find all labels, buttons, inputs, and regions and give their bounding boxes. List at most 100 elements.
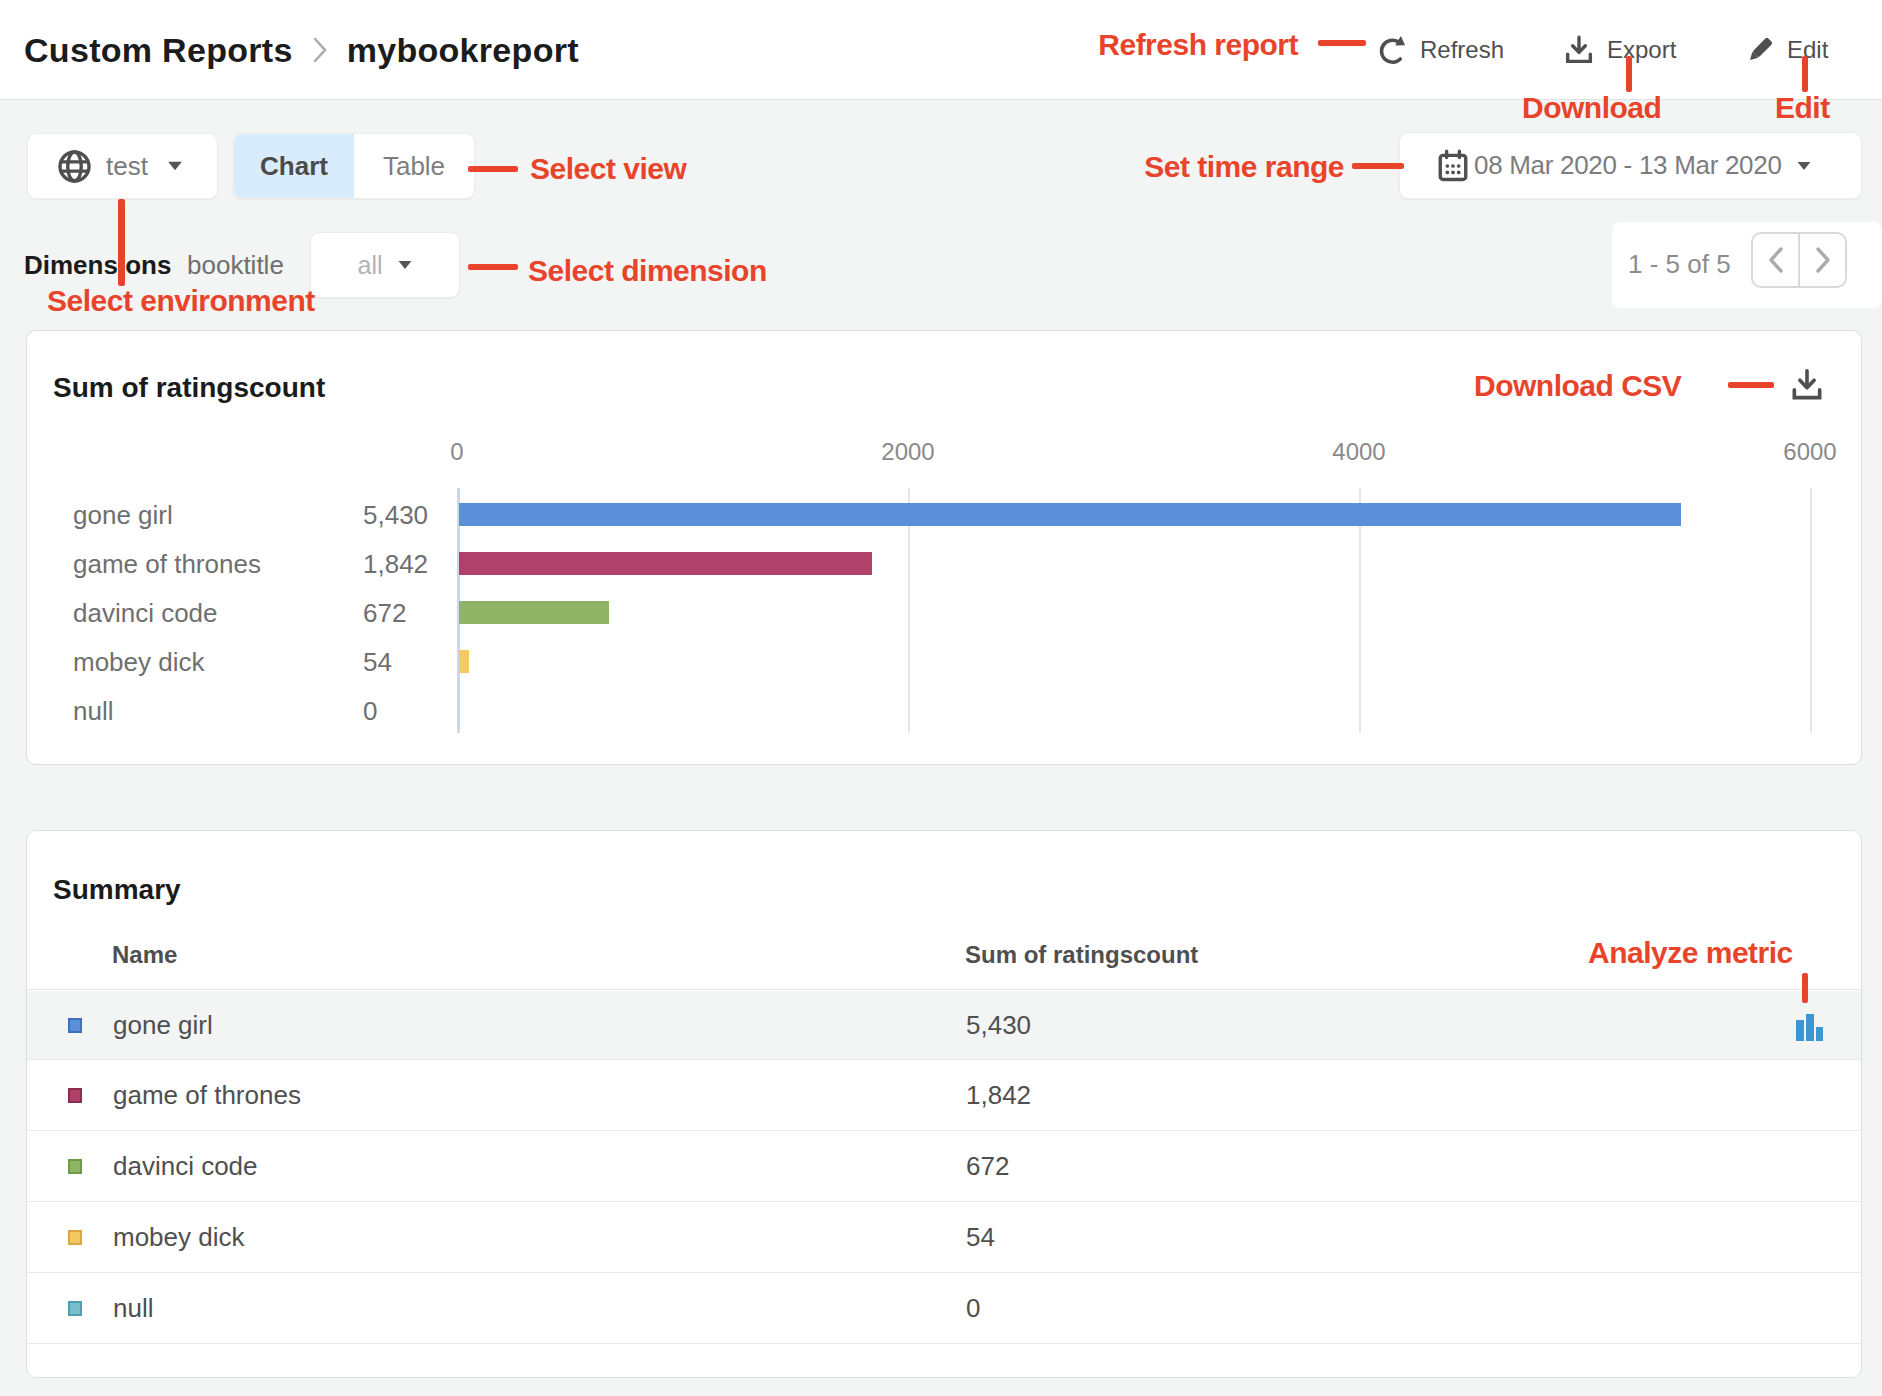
annotation-line-set-time-range bbox=[1352, 163, 1404, 169]
chart-value-label: 1,842 bbox=[363, 547, 428, 581]
top-header: Custom Reports mybookreport Refresh Expo… bbox=[0, 0, 1882, 100]
chart-bar[interactable] bbox=[459, 601, 609, 624]
annotation-line-edit bbox=[1802, 56, 1808, 92]
view-toggle: Chart Table bbox=[233, 133, 475, 199]
table-row[interactable]: null 0 bbox=[27, 1273, 1861, 1344]
dimension-filter-value: all bbox=[357, 251, 382, 280]
x-axis-tick: 6000 bbox=[1765, 438, 1855, 466]
tab-table[interactable]: Table bbox=[354, 134, 474, 198]
chart-category-label: null bbox=[73, 694, 113, 728]
gridline bbox=[1810, 488, 1812, 733]
date-range-picker[interactable]: 08 Mar 2020 - 13 Mar 2020 bbox=[1399, 132, 1862, 199]
annotation-select-view: Select view bbox=[530, 152, 686, 186]
dimension-name: booktitle bbox=[187, 250, 284, 281]
tab-chart[interactable]: Chart bbox=[234, 134, 354, 198]
custom-report-page: Custom Reports mybookreport Refresh Expo… bbox=[0, 0, 1882, 1396]
next-page-button[interactable] bbox=[1800, 234, 1845, 286]
row-name: game of thrones bbox=[113, 1080, 301, 1111]
chart-bar[interactable] bbox=[459, 552, 872, 575]
annotation-line-download bbox=[1626, 56, 1632, 92]
annotation-download: Download bbox=[1522, 91, 1661, 125]
series-color-swatch bbox=[68, 1159, 82, 1174]
row-value: 0 bbox=[966, 1293, 980, 1324]
refresh-button[interactable]: Refresh bbox=[1376, 0, 1504, 100]
calendar-icon bbox=[1436, 149, 1470, 183]
summary-title: Summary bbox=[53, 874, 181, 906]
refresh-label: Refresh bbox=[1420, 36, 1504, 64]
row-value: 54 bbox=[966, 1222, 995, 1253]
annotation-edit: Edit bbox=[1775, 91, 1830, 125]
refresh-icon bbox=[1376, 34, 1409, 67]
row-name: davinci code bbox=[113, 1151, 258, 1182]
x-axis-tick: 0 bbox=[412, 438, 502, 466]
annotation-line-analyze-metric bbox=[1802, 973, 1808, 1003]
breadcrumb-root[interactable]: Custom Reports bbox=[24, 31, 293, 70]
row-name: null bbox=[113, 1293, 153, 1324]
annotation-analyze-metric: Analyze metric bbox=[1588, 936, 1793, 970]
dimension-filter-dropdown[interactable]: all bbox=[310, 232, 460, 298]
series-color-swatch bbox=[68, 1018, 82, 1033]
table-row[interactable]: mobey dick 54 bbox=[27, 1202, 1861, 1273]
row-value: 5,430 bbox=[966, 1010, 1031, 1041]
breadcrumb-chevron-icon bbox=[313, 36, 327, 64]
table-row[interactable]: game of thrones 1,842 bbox=[27, 1060, 1861, 1131]
download-csv-icon[interactable] bbox=[1788, 366, 1826, 404]
prev-page-button[interactable] bbox=[1753, 234, 1800, 286]
annotation-line-refresh bbox=[1318, 40, 1366, 46]
annotation-refresh-report: Refresh report bbox=[1098, 28, 1298, 62]
summary-header-divider bbox=[27, 989, 1861, 990]
chart-category-label: davinci code bbox=[73, 596, 218, 630]
chart-bar[interactable] bbox=[459, 650, 469, 673]
table-row[interactable]: gone girl 5,430 bbox=[27, 991, 1861, 1060]
x-axis-tick: 2000 bbox=[863, 438, 953, 466]
pagination-buttons bbox=[1751, 232, 1847, 288]
row-value: 1,842 bbox=[966, 1080, 1031, 1111]
download-icon bbox=[1562, 33, 1596, 67]
chart-value-label: 672 bbox=[363, 596, 406, 630]
breadcrumb-current: mybookreport bbox=[347, 31, 579, 70]
summary-col-name: Name bbox=[112, 941, 177, 969]
chart-category-label: game of thrones bbox=[73, 547, 261, 581]
chart-value-label: 54 bbox=[363, 645, 392, 679]
chart-value-label: 0 bbox=[363, 694, 377, 728]
environment-value: test bbox=[106, 151, 148, 182]
dimensions-label: Dimensions bbox=[24, 250, 171, 281]
chart-category-label: gone girl bbox=[73, 498, 173, 532]
annotation-select-dimension: Select dimension bbox=[528, 254, 767, 288]
annotation-line-select-dimension bbox=[468, 264, 518, 270]
chevron-left-icon bbox=[1768, 247, 1784, 273]
table-row[interactable]: davinci code 672 bbox=[27, 1131, 1861, 1202]
row-name: gone girl bbox=[113, 1010, 213, 1041]
dimension-filter-caret-icon bbox=[398, 261, 411, 269]
environment-caret-icon bbox=[168, 162, 182, 171]
export-button[interactable]: Export bbox=[1562, 0, 1676, 100]
breadcrumb: Custom Reports mybookreport bbox=[24, 0, 579, 100]
annotation-select-environment: Select environment bbox=[47, 284, 315, 318]
row-name: mobey dick bbox=[113, 1222, 245, 1253]
chart-category-label: mobey dick bbox=[73, 645, 205, 679]
row-value: 672 bbox=[966, 1151, 1009, 1182]
annotation-line-select-environment bbox=[118, 199, 125, 286]
pagination-range: 1 - 5 of 5 bbox=[1628, 249, 1731, 280]
series-color-swatch bbox=[68, 1088, 82, 1103]
x-axis-tick: 4000 bbox=[1314, 438, 1404, 466]
series-color-swatch bbox=[68, 1230, 82, 1245]
annotation-line-download-csv bbox=[1728, 382, 1774, 388]
export-label: Export bbox=[1607, 36, 1676, 64]
environment-dropdown[interactable]: test bbox=[27, 133, 218, 199]
date-range-caret-icon bbox=[1797, 162, 1810, 170]
summary-col-value: Sum of ratingscount bbox=[965, 941, 1198, 969]
edit-button[interactable]: Edit bbox=[1744, 0, 1828, 100]
chart-title: Sum of ratingscount bbox=[53, 372, 325, 404]
date-range-value: 08 Mar 2020 - 13 Mar 2020 bbox=[1474, 150, 1782, 181]
chevron-right-icon bbox=[1815, 247, 1831, 273]
chart-value-label: 5,430 bbox=[363, 498, 428, 532]
pagination: 1 - 5 of 5 bbox=[1612, 222, 1882, 308]
globe-icon bbox=[56, 148, 93, 185]
annotation-download-csv: Download CSV bbox=[1474, 369, 1681, 403]
analyze-metric-icon[interactable] bbox=[1795, 1012, 1825, 1042]
edit-pencil-icon bbox=[1744, 34, 1776, 66]
chart-bar[interactable] bbox=[459, 503, 1681, 526]
series-color-swatch bbox=[68, 1301, 82, 1316]
annotation-line-select-view bbox=[468, 166, 518, 172]
